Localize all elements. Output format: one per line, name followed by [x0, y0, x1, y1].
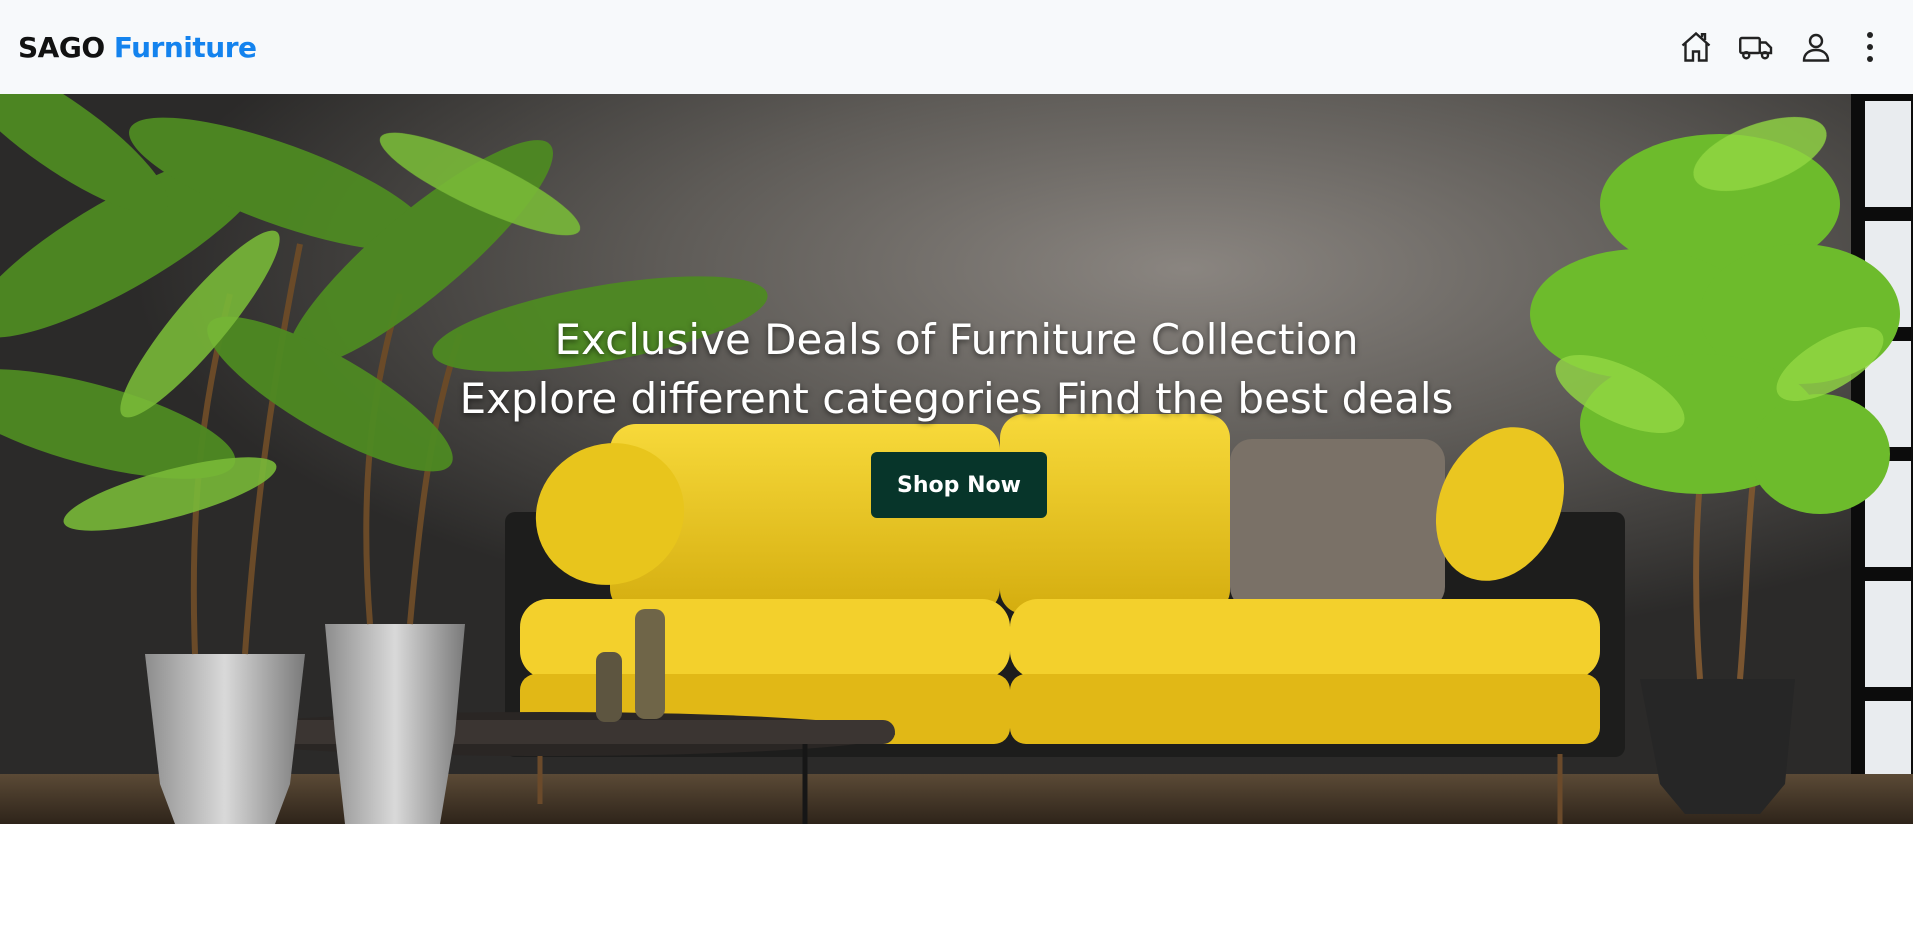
- hero-title-line-1: Exclusive Deals of Furniture Collection: [554, 315, 1359, 364]
- home-icon[interactable]: [1677, 28, 1715, 66]
- more-vertical-icon[interactable]: [1857, 28, 1883, 66]
- navbar: SAGO Furniture: [0, 0, 1913, 94]
- hero-title-line-2: Explore different categories Find the be…: [459, 374, 1454, 423]
- brand-name-accent: Furniture: [113, 30, 257, 64]
- brand-name-primary: SAGO: [18, 30, 105, 64]
- shop-now-button[interactable]: Shop Now: [871, 452, 1047, 518]
- truck-icon[interactable]: [1737, 28, 1775, 66]
- brand-logo[interactable]: SAGO Furniture: [18, 31, 257, 64]
- nav-icon-group: [1677, 28, 1895, 66]
- user-icon[interactable]: [1797, 28, 1835, 66]
- hero-banner: Exclusive Deals of Furniture Collection …: [0, 94, 1913, 824]
- hero-headline: Exclusive Deals of Furniture Collection …: [0, 310, 1913, 428]
